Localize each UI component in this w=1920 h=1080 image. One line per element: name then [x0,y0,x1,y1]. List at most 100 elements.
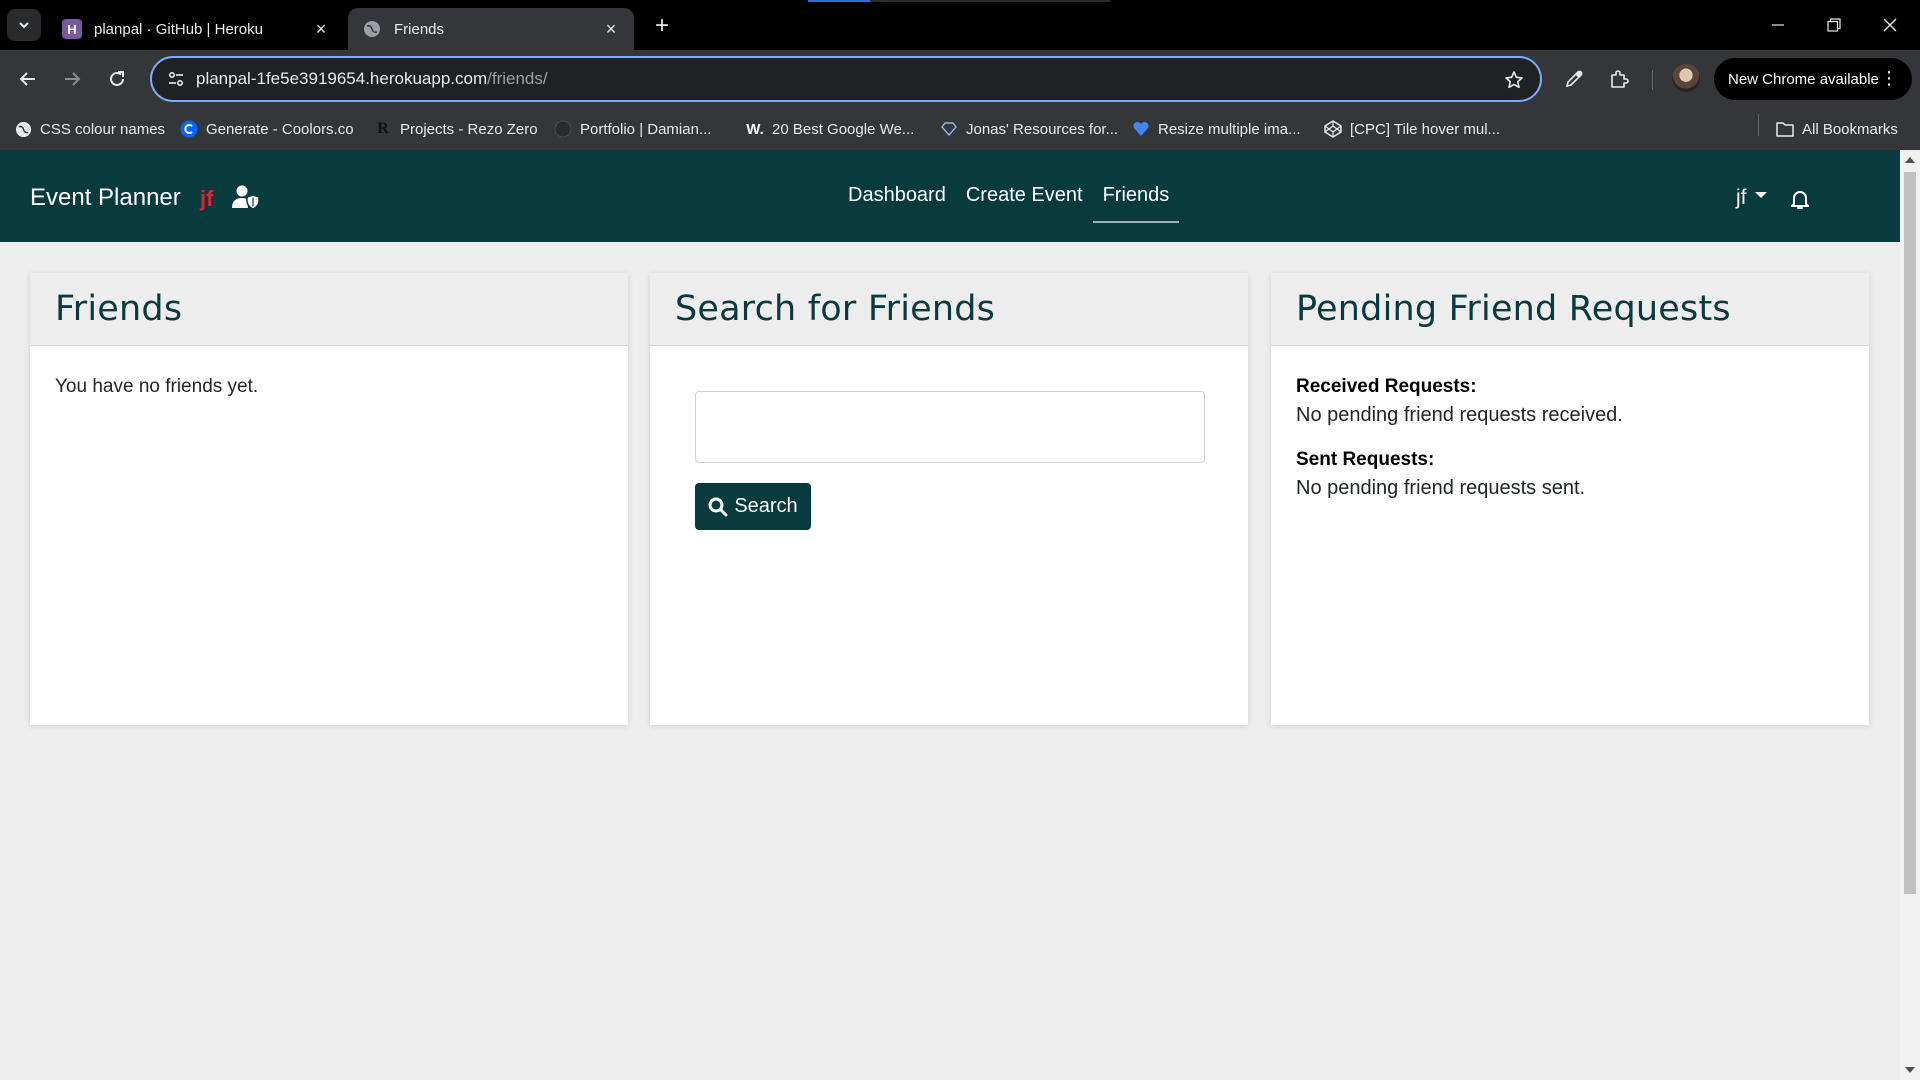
all-bookmarks-label: All Bookmarks [1802,120,1898,138]
brand-username: jf [200,186,214,211]
arrow-left-icon [19,72,35,86]
coolors-icon [180,120,198,138]
nav-create-event[interactable]: Create Event [956,184,1093,224]
scroll-up-arrow-icon[interactable] [1905,157,1915,163]
search-icon [708,497,728,516]
chrome-update-label: New Chrome available [1728,70,1879,88]
bookmark-item[interactable]: Resize multiple ima... [1132,116,1301,142]
bookmark-item[interactable]: Generate - Coolors.co [180,116,354,142]
page-viewport: Event Planner jf Dashboard Create Event … [0,150,1920,1080]
restore-icon [1827,18,1841,32]
bookmarks-bar: CSS colour names Generate - Coolors.co R… [0,108,1920,150]
url-path: /friends/ [487,69,548,88]
extensions-puzzle-icon[interactable] [1605,65,1633,93]
new-tab-button[interactable]: + [648,12,676,40]
bookmark-label: 20 Best Google We... [772,120,915,138]
back-button[interactable] [12,63,44,95]
page-scrollbar[interactable] [1900,150,1920,1080]
restore-button[interactable] [1814,10,1854,40]
nav-friends[interactable]: Friends [1092,184,1180,224]
address-bar[interactable]: planpal-1fe5e3919654.herokuapp.com/frien… [150,56,1542,102]
card-body: You have no friends yet. [30,346,628,428]
received-requests-text: No pending friend requests received. [1296,404,1623,426]
heroku-icon: H [62,19,82,39]
scrollbar-thumb[interactable] [1904,172,1916,894]
all-bookmarks-button[interactable]: All Bookmarks [1776,116,1898,142]
browser-toolbar: planpal-1fe5e3919654.herokuapp.com/frien… [0,50,1920,108]
pending-card-title: Pending Friend Requests [1296,289,1731,329]
bookmark-label: Portfolio | Damian... [580,120,712,138]
friends-empty-text: You have no friends yet. [55,376,259,397]
close-tab-icon[interactable]: × [602,19,620,39]
close-tab-icon[interactable]: × [312,19,330,39]
more-vert-icon[interactable]: ⋮ [1880,68,1898,88]
browser-tab-heroku[interactable]: H planpal · GitHub | Heroku × [48,8,344,50]
pending-requests-card: Pending Friend Requests Received Request… [1271,273,1869,725]
tab-strip-indicator [808,0,1110,2]
url-text: planpal-1fe5e3919654.herokuapp.com/frien… [196,69,548,89]
card-header: Pending Friend Requests [1271,273,1869,346]
scroll-down-arrow-icon[interactable] [1905,1067,1915,1073]
bookmark-label: Resize multiple ima... [1158,120,1301,138]
card-header: Friends [30,273,628,346]
chevron-down-icon [19,22,29,29]
minimize-button[interactable] [1758,10,1798,40]
profile-avatar[interactable] [1672,64,1700,92]
tab-search-button[interactable] [7,9,41,41]
site-settings-icon[interactable] [156,59,196,99]
w-icon: W. [746,120,764,138]
search-card-title: Search for Friends [675,289,996,329]
globe-icon [362,19,382,39]
bookmark-item[interactable]: W. 20 Best Google We... [746,116,914,142]
bookmark-item[interactable]: R Projects - Rezo Zero [374,116,537,142]
bookmark-label: Generate - Coolors.co [206,120,354,138]
close-window-button[interactable] [1870,10,1910,40]
app-navbar: Event Planner jf Dashboard Create Event … [0,150,1900,242]
browser-tab-friends[interactable]: Friends × [348,8,634,50]
brand-link[interactable]: Event Planner [30,184,181,212]
bookmark-item[interactable]: [CPC] Tile hover mul... [1324,116,1500,142]
bookmark-item[interactable]: CSS colour names [14,116,165,142]
tab-title: Friends [394,20,445,38]
sent-requests-text: No pending friend requests sent. [1296,477,1586,499]
search-button[interactable]: Search [695,483,811,530]
rezo-icon: R [377,120,389,137]
search-button-label: Search [734,495,798,517]
globe-icon [14,120,32,138]
minimize-icon [1772,24,1784,26]
bookmark-label: CSS colour names [40,120,166,138]
tab-title: planpal · GitHub | Heroku [94,20,263,38]
bookmark-item[interactable]: Portfolio | Damian... [554,116,711,142]
user-menu-dropdown[interactable]: jf [1736,186,1767,210]
user-menu-label: jf [1736,186,1747,209]
reload-button[interactable] [101,63,133,95]
friends-card-title: Friends [55,289,183,329]
user-shield-icon [232,185,260,210]
reload-icon [110,71,124,86]
browser-tab-strip: H planpal · GitHub | Heroku × Friends × … [0,0,1920,50]
bell-icon[interactable] [1789,188,1811,210]
search-friends-card: Search for Friends Search [650,273,1248,725]
nav-dashboard[interactable]: Dashboard [838,184,956,224]
friends-card: Friends You have no friends yet. [30,273,628,725]
bookmark-label: [CPC] Tile hover mul... [1350,120,1501,138]
bookmark-item[interactable]: Jonas' Resources for... [940,116,1118,142]
url-host: planpal-1fe5e3919654.herokuapp.com [196,69,488,88]
eyedropper-extension-icon[interactable] [1560,65,1588,93]
toolbar-divider [1652,70,1653,90]
chrome-update-button[interactable]: New Chrome available ⋮ [1714,58,1912,100]
bookmark-label: Jonas' Resources for... [966,120,1119,138]
folder-icon [1776,120,1794,138]
card-body: Received Requests: No pending friend req… [1271,346,1869,530]
codepen-icon [1324,120,1342,138]
received-requests-label: Received Requests: [1296,376,1477,397]
forward-button[interactable] [56,63,88,95]
arrow-right-icon [65,72,81,86]
sent-requests-label: Sent Requests: [1296,449,1435,470]
bookmark-star-icon[interactable] [1502,68,1526,92]
card-header: Search for Friends [650,273,1248,346]
portfolio-icon [554,120,572,138]
heart-outline-icon [940,120,958,138]
friend-search-input[interactable] [695,391,1205,463]
caret-down-icon [1754,192,1767,198]
